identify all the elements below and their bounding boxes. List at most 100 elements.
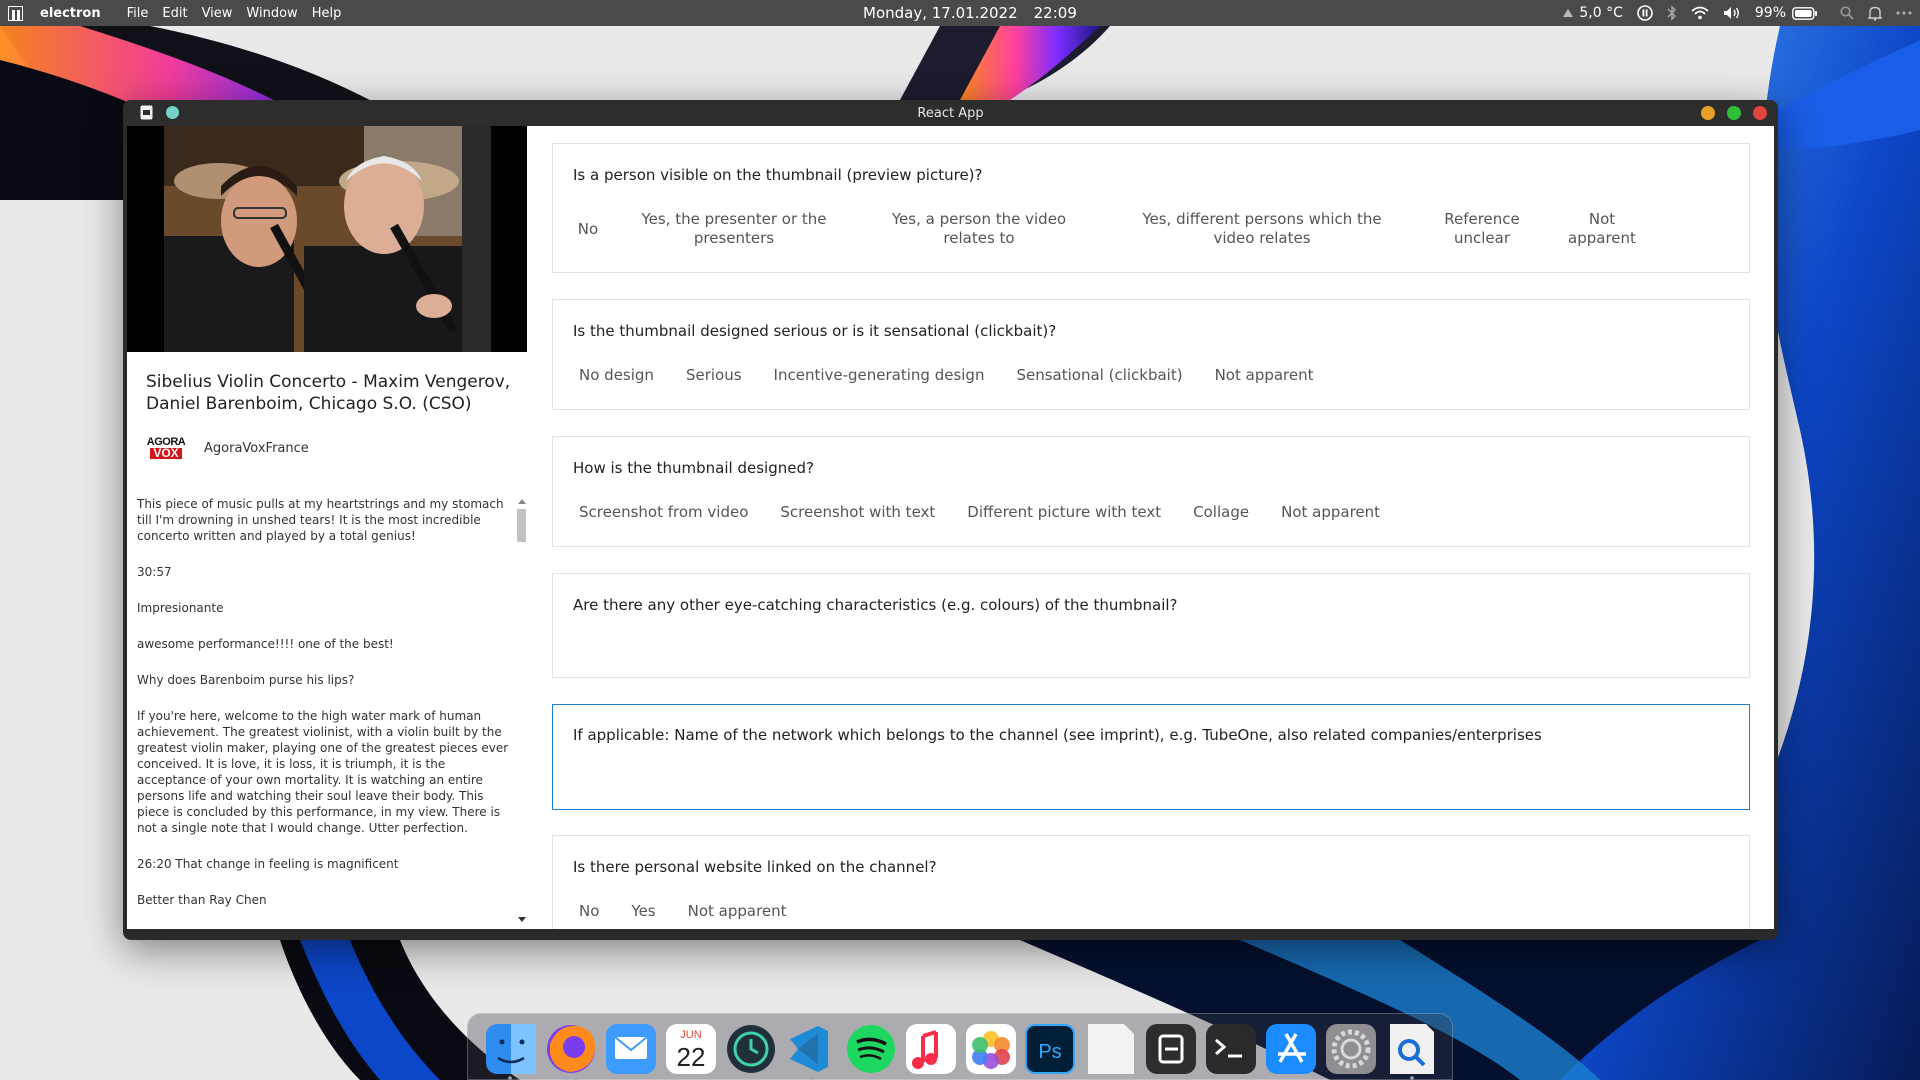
answer-option[interactable]: Yes — [631, 902, 655, 921]
system-logo-icon[interactable] — [7, 5, 24, 22]
comment-item: Better than Ray Chen — [137, 893, 267, 907]
video-thumbnail-image — [164, 126, 491, 352]
volume-icon[interactable] — [1723, 6, 1741, 20]
question-text: If applicable: Name of the network which… — [573, 726, 1542, 744]
menu-help[interactable]: Help — [312, 6, 342, 21]
menu-bar: electron File Edit View Window Help Mond… — [0, 0, 1920, 26]
answer-options: No Yes Not apparent — [579, 902, 819, 921]
app-window: React App Sibelius Violin Concerto - Max… — [123, 100, 1778, 940]
music-icon[interactable] — [906, 1024, 956, 1074]
question-card[interactable]: Are there any other eye-catching charact… — [552, 573, 1750, 678]
photos-icon[interactable] — [966, 1024, 1016, 1074]
active-app-name[interactable]: electron — [40, 6, 101, 21]
comment-item: 30:57 — [137, 565, 172, 579]
channel-logo-bottom: VOX — [150, 447, 182, 459]
window-title: React App — [917, 105, 984, 121]
answer-option[interactable]: Not apparent — [1281, 503, 1380, 522]
minimize-button[interactable] — [1701, 106, 1715, 120]
wifi-icon[interactable] — [1691, 6, 1709, 20]
weather-icon — [1563, 9, 1574, 17]
calendar-icon[interactable]: JUN 22 — [666, 1024, 716, 1074]
answer-option[interactable]: No — [573, 220, 603, 239]
vscode-icon[interactable] — [790, 1026, 828, 1080]
calendar-month: JUN — [680, 1029, 701, 1041]
status-dot-icon[interactable] — [166, 106, 179, 119]
comment-item: If you're here, welcome to the high wate… — [137, 709, 509, 835]
menubar-clock[interactable]: Monday, 17.01.2022 22:09 — [863, 4, 1077, 22]
question-card-focused[interactable]: If applicable: Name of the network which… — [552, 704, 1750, 810]
finder-icon[interactable] — [486, 1024, 536, 1080]
scroll-up-arrow-icon[interactable] — [518, 499, 526, 504]
answer-option[interactable]: No — [579, 902, 599, 921]
channel-name: AgoraVoxFrance — [204, 440, 309, 456]
electron-icon[interactable] — [1146, 1024, 1196, 1074]
preview-icon[interactable] — [1390, 1024, 1434, 1080]
menu-window[interactable]: Window — [246, 6, 297, 21]
system-preferences-icon[interactable] — [1326, 1024, 1376, 1074]
scrollbar-thumb[interactable] — [517, 509, 526, 542]
comments-list[interactable]: This piece of music pulls at my heartstr… — [137, 496, 514, 924]
question-text: Is the thumbnail designed serious or is … — [573, 322, 1057, 340]
menu-edit[interactable]: Edit — [162, 6, 187, 21]
menu-view[interactable]: View — [202, 6, 233, 21]
weather-temp: 5,0 °C — [1579, 5, 1623, 21]
comments-scrollbar[interactable] — [516, 496, 527, 924]
titlebar-left-icons — [140, 105, 179, 120]
battery-percent: 99% — [1754, 5, 1786, 21]
answer-option[interactable]: No design — [579, 366, 654, 385]
comment-item: awesome performance!!!! one of the best! — [137, 637, 394, 651]
spotlight-search-icon[interactable] — [1840, 6, 1854, 20]
pause-icon[interactable] — [1637, 5, 1653, 21]
channel-logo: AGORA VOX — [147, 431, 186, 465]
comment-item: Impresionante — [137, 601, 224, 615]
notification-bell-icon[interactable] — [1868, 6, 1882, 21]
comment-item: This piece of music pulls at my heartstr… — [137, 497, 504, 543]
blank-file-icon[interactable] — [1088, 1024, 1134, 1074]
close-button[interactable] — [1753, 106, 1767, 120]
answer-option[interactable]: Not apparent — [1567, 210, 1637, 248]
answer-option[interactable]: Different picture with text — [967, 503, 1161, 522]
question-text: Is there personal website linked on the … — [573, 858, 937, 876]
answer-option[interactable]: Yes, the presenter or the presenters — [639, 210, 829, 248]
bluetooth-icon[interactable] — [1667, 5, 1677, 21]
channel-info[interactable]: AGORA VOX AgoraVoxFrance — [147, 431, 309, 465]
answer-option[interactable]: Reference unclear — [1439, 210, 1525, 248]
mail-icon[interactable] — [606, 1024, 656, 1074]
more-icon[interactable] — [1896, 11, 1912, 15]
answer-option[interactable]: Yes, different persons which the video r… — [1127, 210, 1397, 248]
terminal-icon[interactable] — [1206, 1024, 1256, 1074]
answer-option[interactable]: Not apparent — [1215, 366, 1314, 385]
scroll-down-arrow-icon[interactable] — [518, 917, 526, 922]
answer-option[interactable]: Incentive-generating design — [774, 366, 985, 385]
window-titlebar[interactable]: React App — [123, 100, 1778, 126]
menu-file[interactable]: File — [127, 6, 149, 21]
answer-option[interactable]: Not apparent — [688, 902, 787, 921]
menubar-time: 22:09 — [1033, 4, 1077, 22]
answer-option[interactable]: Yes, a person the video relates to — [867, 210, 1091, 248]
app-content: Sibelius Violin Concerto - Maxim Vengero… — [127, 126, 1774, 929]
answer-option[interactable]: Screenshot from video — [579, 503, 748, 522]
answer-option[interactable]: Screenshot with text — [780, 503, 935, 522]
firefox-icon[interactable] — [547, 1025, 596, 1080]
maximize-button[interactable] — [1727, 106, 1741, 120]
answer-option[interactable]: Collage — [1193, 503, 1249, 522]
weather-widget[interactable]: 5,0 °C — [1562, 5, 1623, 21]
answer-option[interactable]: Sensational (clickbait) — [1016, 366, 1182, 385]
spotify-icon[interactable] — [847, 1025, 895, 1073]
answer-option[interactable]: Serious — [686, 366, 742, 385]
status-area: 5,0 °C 99% — [1548, 0, 1912, 26]
question-card: Is there personal website linked on the … — [552, 835, 1750, 929]
battery-icon — [1792, 6, 1817, 20]
photoshop-icon[interactable]: Ps — [1025, 1024, 1075, 1074]
battery-widget[interactable]: 99% — [1755, 5, 1818, 21]
question-card: How is the thumbnail designed? Screensho… — [552, 436, 1750, 547]
answer-options: No Yes, the presenter or the presenters … — [573, 210, 1637, 248]
dock: JUN 22 Ps — [467, 1013, 1453, 1080]
comment-item: Why does Barenboim purse his lips? — [137, 673, 355, 687]
document-icon[interactable] — [140, 105, 153, 120]
time-machine-icon[interactable] — [727, 1025, 775, 1073]
app-store-icon[interactable] — [1266, 1024, 1316, 1074]
question-text: Is a person visible on the thumbnail (pr… — [573, 166, 983, 184]
question-text: How is the thumbnail designed? — [573, 459, 814, 477]
video-player[interactable] — [127, 126, 527, 352]
